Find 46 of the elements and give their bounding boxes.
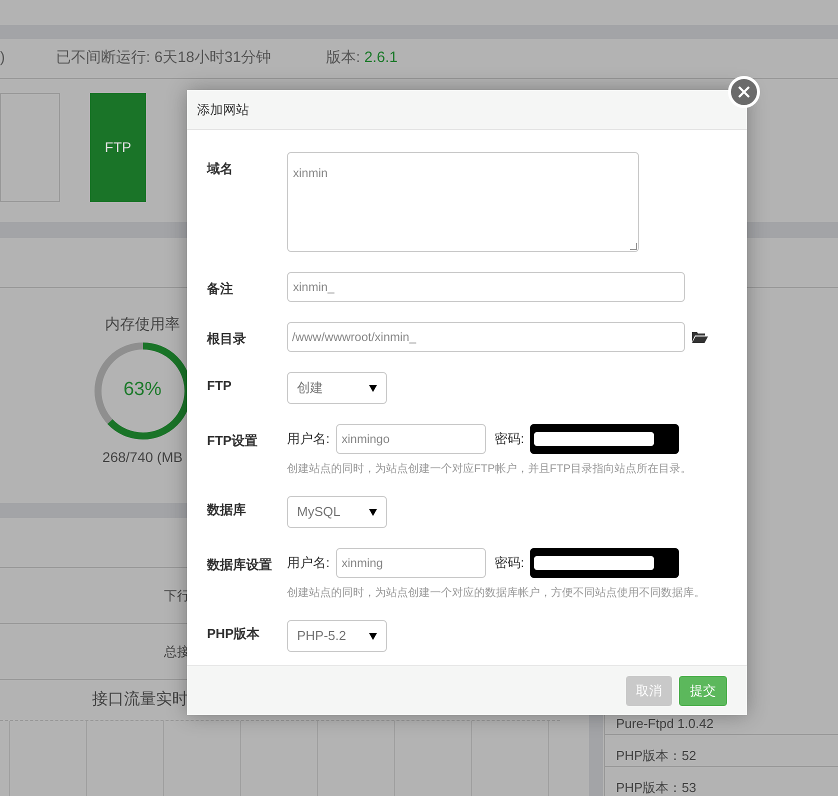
tile[interactable] [0,93,60,202]
ftp-password-field[interactable] [530,424,680,454]
field-label: PHP版本 [207,626,260,641]
dialog-title: 添加网站 [197,100,249,119]
hint-text: 创建站点的同时，为站点创建一个对应FTP帐户，并且FTP目录指向站点所在目录。 [287,462,693,476]
software-item: PHP版本：53 [616,780,696,795]
field-label: 域名 [207,161,233,176]
caret-icon [369,384,377,392]
submit-button[interactable]: 提交 [679,676,727,706]
field-label: FTP设置 [207,433,258,448]
chart-title: 接口流量实时 [92,690,188,710]
version-label: 版本: [326,48,360,68]
caret-icon [369,632,377,640]
memory-usage: 268/740 (MB [102,448,183,467]
field-label: 数据库 [207,502,246,517]
memory-percent: 63% [123,378,162,402]
username-label: 用户名: [287,430,330,448]
close-button[interactable] [728,76,760,108]
status-text: ) [0,48,6,68]
uptime-text: 已不间断运行: 6天18小时31分钟 [56,48,272,68]
php-version-select[interactable]: PHP-5.2 [287,620,387,652]
database-password-field[interactable] [530,548,680,578]
version-number: 2.6.1 [364,48,398,68]
domain-field[interactable]: xinmin [287,152,639,252]
field-label: 根目录 [207,331,246,346]
resize-handle-icon [630,243,637,250]
note-field[interactable]: xinmin_ [287,272,685,302]
password-label: 密码: [494,430,524,448]
close-icon [738,86,750,98]
hint-text: 创建站点的同时，为站点创建一个对应的数据库帐户，方便不同站点使用不同数据库。 [287,586,706,600]
ftp-select[interactable]: 创建 [287,372,387,404]
username-label: 用户名: [287,554,330,572]
field-label: 数据库设置 [207,557,272,572]
software-item: Pure-Ftpd 1.0.42 [616,716,714,731]
database-username-field[interactable]: xinming [336,548,486,578]
software-item: PHP版本：52 [616,748,696,763]
database-select[interactable]: MySQL [287,496,387,528]
ftp-username-field[interactable]: xinmingo [336,424,486,454]
field-label: FTP [207,378,232,393]
root-directory-field[interactable]: /www/wwwroot/xinmin_ [287,322,685,352]
memory-title: 内存使用率 [105,315,180,335]
password-label: 密码: [494,554,524,572]
caret-icon [369,508,377,516]
folder-icon[interactable] [692,331,708,343]
field-label: 备注 [207,281,233,296]
tile[interactable]: FTP [90,93,146,202]
